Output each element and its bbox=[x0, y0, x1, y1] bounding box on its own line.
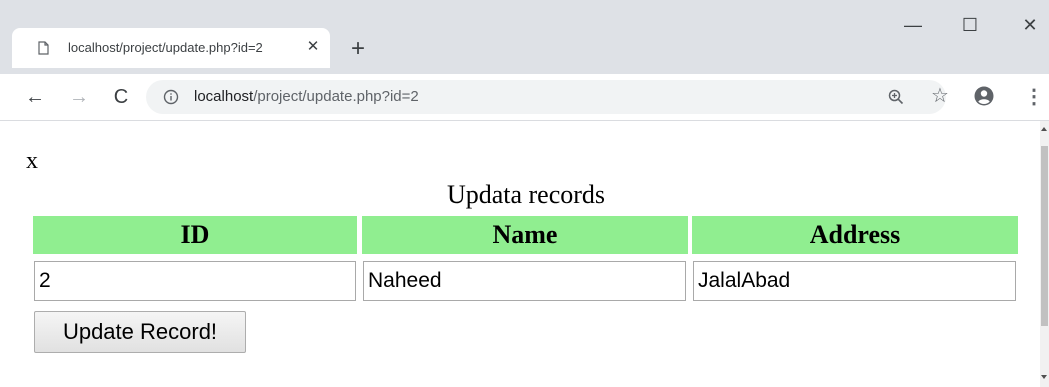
info-icon[interactable] bbox=[163, 89, 179, 105]
update-record-button[interactable]: Update Record! bbox=[34, 311, 246, 353]
browser-tab[interactable]: localhost/project/update.php?id=2 ✕ bbox=[12, 28, 330, 68]
menu-icon[interactable]: ⋮ bbox=[1024, 86, 1044, 108]
address-bar[interactable]: localhost/project/update.php?id=2 bbox=[146, 80, 946, 114]
new-tab-button[interactable]: + bbox=[345, 36, 371, 62]
url-text[interactable]: localhost/project/update.php?id=2 bbox=[194, 88, 419, 106]
vertical-scrollbar[interactable] bbox=[1040, 121, 1049, 387]
stray-text: x bbox=[26, 148, 38, 174]
reload-button[interactable]: C bbox=[108, 84, 134, 110]
scroll-down-icon[interactable] bbox=[1041, 375, 1047, 379]
forward-button[interactable]: → bbox=[66, 84, 92, 110]
minimize-button[interactable]: — bbox=[893, 14, 933, 36]
scrollbar-thumb[interactable] bbox=[1041, 146, 1048, 326]
page-icon bbox=[38, 41, 49, 55]
browser-toolbar: ← → C localhost/project/update.php?id=2 bbox=[0, 74, 1049, 121]
star-icon[interactable]: ☆ bbox=[929, 85, 951, 107]
maximize-button[interactable]: ☐ bbox=[950, 14, 990, 36]
window-close-button[interactable]: ✕ bbox=[1010, 14, 1049, 36]
name-field[interactable] bbox=[363, 261, 686, 301]
scroll-up-icon[interactable] bbox=[1041, 127, 1047, 131]
address-field[interactable] bbox=[693, 261, 1016, 301]
header-id: ID bbox=[33, 216, 357, 254]
header-name: Name bbox=[362, 216, 688, 254]
tab-title: localhost/project/update.php?id=2 bbox=[68, 40, 263, 55]
tab-close-icon[interactable]: ✕ bbox=[304, 38, 322, 56]
back-button[interactable]: ← bbox=[22, 84, 48, 110]
profile-icon[interactable] bbox=[974, 86, 994, 106]
zoom-icon[interactable] bbox=[887, 88, 905, 106]
url-host: localhost bbox=[194, 88, 254, 105]
page-viewport: x Updata records ID Name Address Update … bbox=[0, 121, 1040, 387]
url-path: /project/update.php?id=2 bbox=[253, 88, 419, 105]
tab-strip: localhost/project/update.php?id=2 ✕ + — … bbox=[0, 0, 1049, 74]
id-field[interactable] bbox=[34, 261, 356, 301]
header-address: Address bbox=[692, 216, 1018, 254]
table-caption: Updata records bbox=[446, 180, 606, 209]
